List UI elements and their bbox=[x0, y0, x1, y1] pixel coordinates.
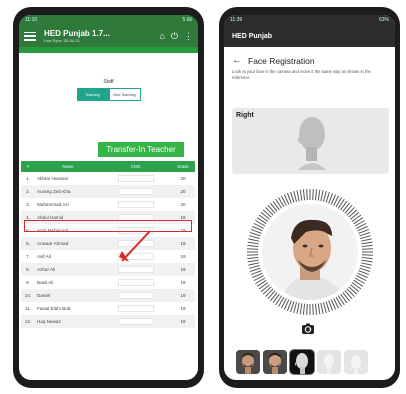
row-index: 11. bbox=[24, 306, 32, 311]
row-cnic bbox=[100, 315, 172, 328]
row-name: Asif Ali bbox=[37, 254, 51, 259]
status-time: 11:39 bbox=[230, 17, 243, 23]
menu-icon[interactable] bbox=[24, 31, 36, 41]
row-name: Anwaar Ahmad bbox=[35, 237, 101, 250]
staff-table: # Name CNIC Grade 1. Akhtar Hussain 20 2. Au… bbox=[21, 161, 195, 328]
info-bar bbox=[19, 47, 198, 53]
app-title: HED Punjab 1.7... bbox=[44, 28, 110, 38]
camera-ring bbox=[246, 188, 374, 316]
row-index: 6. bbox=[21, 237, 35, 250]
row-index: 9. bbox=[26, 280, 30, 285]
row-grade: 20 bbox=[171, 185, 195, 198]
table-row[interactable]: 3. Muhammad Azi 20 bbox=[21, 198, 195, 211]
table-row[interactable]: 9. Basit Ali 19 bbox=[21, 276, 195, 289]
instructions: Look at your face in the camera and move… bbox=[232, 69, 371, 80]
camera-preview bbox=[262, 204, 358, 300]
table-row[interactable]: 1. Akhtar Hussain 20 bbox=[21, 172, 195, 185]
table-row[interactable]: 11. Faisal Elahi Butt 19 bbox=[21, 302, 195, 315]
row-grade: 19 bbox=[171, 263, 195, 276]
row-grade: 20 bbox=[180, 202, 186, 207]
phone-right: 11:39 63% HED Punjab ← Face Registration… bbox=[219, 7, 400, 388]
row-name: Haq Nawaz bbox=[35, 315, 101, 328]
page-title: Face Registration bbox=[248, 55, 315, 66]
row-grade: 20 bbox=[180, 176, 186, 181]
col-cnic: CNIC bbox=[100, 161, 172, 172]
reference-label: Right bbox=[236, 112, 254, 119]
row-index: 7. bbox=[26, 254, 30, 259]
staff-toggle: Teaching Non-Teaching bbox=[19, 88, 198, 101]
row-name: Faisal Elahi Butt bbox=[37, 306, 71, 311]
row-name: Muhammad Azi bbox=[37, 202, 69, 207]
row-name: Basit Ali bbox=[37, 280, 54, 285]
row-cnic bbox=[101, 302, 171, 315]
home-icon[interactable]: ⌂ bbox=[159, 31, 164, 41]
row-name: Aurang Zeb Kha bbox=[35, 185, 101, 198]
row-grade: 19 bbox=[180, 280, 186, 285]
row-index: 10. bbox=[21, 289, 35, 302]
row-index: 3. bbox=[26, 202, 30, 207]
col-index: # bbox=[21, 161, 35, 172]
page-header: ← Face Registration bbox=[232, 55, 387, 66]
more-vert-icon[interactable]: ⋮ bbox=[184, 31, 193, 42]
col-grade: Grade bbox=[171, 161, 195, 172]
row-grade: 19 bbox=[171, 237, 195, 250]
highlight-box bbox=[24, 220, 192, 232]
teaching-tab[interactable]: Teaching bbox=[76, 88, 109, 101]
rotate-camera-icon[interactable] bbox=[301, 322, 315, 336]
row-index: 2. bbox=[21, 185, 35, 198]
last-sync: Last Sync: 30-04-21 bbox=[44, 37, 80, 43]
pose-thumbnails bbox=[236, 349, 368, 375]
row-cnic bbox=[101, 276, 171, 289]
table-row[interactable]: 6. Anwaar Ahmad 19 bbox=[21, 237, 195, 250]
reference-head-model bbox=[297, 117, 326, 170]
row-index: 8. bbox=[21, 263, 35, 276]
thumb-face-front[interactable] bbox=[236, 350, 260, 374]
thumb-face-up[interactable] bbox=[317, 350, 341, 374]
row-cnic bbox=[101, 198, 171, 211]
thumb-face-right[interactable] bbox=[289, 349, 315, 375]
status-time: 11:10 bbox=[25, 17, 38, 23]
status-right: 5.6k bbox=[182, 17, 192, 23]
table-row[interactable]: 12. Haq Nawaz 19 bbox=[21, 315, 195, 328]
status-bar: 11:10 5.6k bbox=[19, 15, 198, 25]
table-row[interactable]: 10. Daniel 19 bbox=[21, 289, 195, 302]
status-right: 63% bbox=[378, 17, 389, 23]
status-bar: 11:39 63% bbox=[224, 15, 395, 25]
app-bar: HED Punjab 1.7... Last Sync: 30-04-21 ⌂ … bbox=[19, 25, 198, 47]
table-row[interactable]: 2. Aurang Zeb Kha 20 bbox=[21, 185, 195, 198]
face-registration-screen: 11:39 63% HED Punjab ← Face Registration… bbox=[224, 15, 395, 380]
reference-panel: Right bbox=[232, 108, 389, 174]
row-name: Azhar Ali bbox=[35, 263, 101, 276]
phone-left: 11:10 5.6k HED Punjab 1.7... Last Sync: … bbox=[13, 7, 204, 388]
table-row[interactable]: 8. Azhar Ali 19 bbox=[21, 263, 195, 276]
pointer-arrow bbox=[119, 230, 151, 262]
row-cnic bbox=[100, 185, 172, 198]
row-index: 12. bbox=[21, 315, 35, 328]
row-grade: 19 bbox=[180, 306, 186, 311]
row-name: Daniel bbox=[35, 289, 101, 302]
row-cnic bbox=[100, 289, 172, 302]
back-arrow-icon[interactable]: ← bbox=[232, 55, 242, 66]
table-row[interactable]: 7. Asif Ali 19 bbox=[21, 250, 195, 263]
staff-screen: 11:10 5.6k HED Punjab 1.7... Last Sync: … bbox=[19, 15, 198, 380]
thumb-face-left[interactable] bbox=[263, 350, 287, 374]
section-title: Staff bbox=[103, 79, 114, 85]
col-name: Name bbox=[35, 161, 101, 172]
power-icon[interactable]: ⏻ bbox=[171, 31, 178, 42]
thumb-face-down[interactable] bbox=[344, 350, 368, 374]
row-cnic bbox=[101, 172, 171, 185]
row-name: Akhtar Hussain bbox=[37, 176, 69, 181]
row-grade: 19 bbox=[171, 289, 195, 302]
app-title: HED Punjab bbox=[224, 25, 395, 47]
non-teaching-tab[interactable]: Non-Teaching bbox=[108, 88, 141, 101]
transfer-in-button[interactable]: Transfer-In Teacher bbox=[98, 142, 184, 157]
row-grade: 19 bbox=[171, 315, 195, 328]
row-index: 1. bbox=[26, 176, 30, 181]
row-grade: 19 bbox=[180, 254, 186, 259]
